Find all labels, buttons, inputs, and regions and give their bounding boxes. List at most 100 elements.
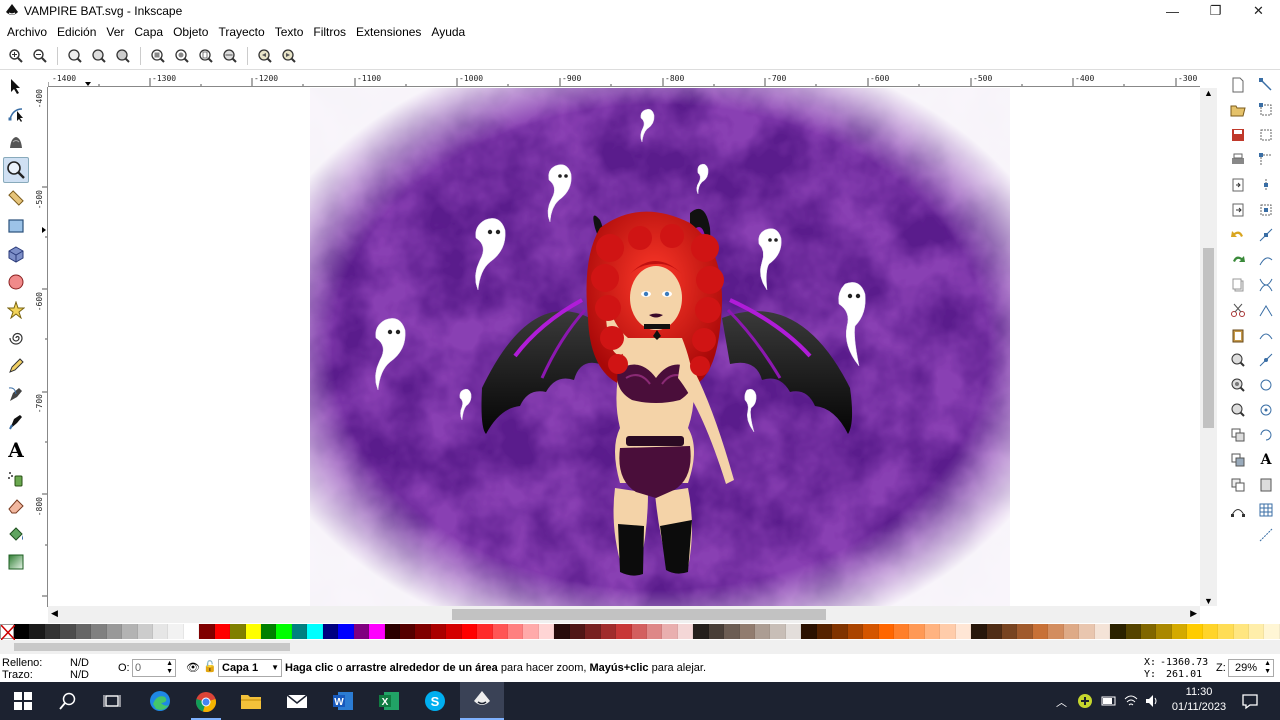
volume-icon[interactable] bbox=[1144, 693, 1160, 709]
zoom-previous-button[interactable] bbox=[254, 45, 276, 67]
save-button[interactable] bbox=[1228, 125, 1248, 145]
zoom-selection-cmd[interactable] bbox=[1228, 350, 1248, 370]
menu-edicion[interactable]: Edición bbox=[52, 25, 101, 39]
color-swatch[interactable] bbox=[461, 624, 478, 639]
color-swatch[interactable] bbox=[1140, 624, 1157, 639]
color-swatch[interactable] bbox=[1218, 624, 1234, 639]
color-swatch[interactable] bbox=[940, 624, 956, 639]
color-swatch[interactable] bbox=[415, 624, 431, 639]
close-button[interactable]: ✕ bbox=[1237, 0, 1280, 22]
export-button[interactable] bbox=[1228, 200, 1248, 220]
color-swatch[interactable] bbox=[261, 624, 277, 639]
snap-cusp[interactable] bbox=[1256, 300, 1276, 320]
excel-app[interactable]: X bbox=[374, 686, 404, 716]
mail-app[interactable] bbox=[282, 686, 312, 716]
notification-icon[interactable] bbox=[1241, 692, 1259, 710]
duplicate-button[interactable] bbox=[1228, 425, 1248, 445]
start-button[interactable] bbox=[8, 686, 38, 716]
color-swatch[interactable] bbox=[183, 624, 200, 639]
color-swatch[interactable] bbox=[291, 624, 308, 639]
scroll-down-icon[interactable]: ▼ bbox=[1204, 596, 1213, 606]
color-swatch[interactable] bbox=[693, 624, 709, 639]
color-swatch[interactable] bbox=[353, 624, 370, 639]
color-swatch[interactable] bbox=[369, 624, 385, 639]
snap-text-baseline[interactable]: A bbox=[1256, 450, 1276, 470]
color-swatch[interactable] bbox=[1125, 624, 1141, 639]
file-explorer-app[interactable] bbox=[236, 686, 266, 716]
color-swatch[interactable] bbox=[585, 624, 601, 639]
palette-scrollbar[interactable] bbox=[0, 640, 1280, 654]
fill-value[interactable]: N/D bbox=[70, 657, 89, 669]
color-swatch[interactable] bbox=[44, 624, 61, 639]
color-swatch[interactable] bbox=[477, 624, 493, 639]
skype-app[interactable]: S bbox=[420, 686, 450, 716]
snap-rotation-center[interactable] bbox=[1256, 425, 1276, 445]
color-swatch[interactable] bbox=[600, 624, 617, 639]
search-button[interactable] bbox=[53, 686, 83, 716]
zoom-selection-button[interactable] bbox=[147, 45, 169, 67]
color-swatch[interactable] bbox=[538, 624, 555, 639]
measure-tool[interactable] bbox=[3, 185, 29, 211]
scroll-right-icon[interactable]: ▶ bbox=[1190, 608, 1197, 619]
vampire-bat-artwork[interactable] bbox=[310, 88, 1010, 606]
menu-ayuda[interactable]: Ayuda bbox=[426, 25, 470, 39]
color-swatch[interactable] bbox=[1032, 624, 1049, 639]
menu-objeto[interactable]: Objeto bbox=[168, 25, 213, 39]
color-swatch[interactable] bbox=[338, 624, 354, 639]
paste-button[interactable] bbox=[1228, 325, 1248, 345]
color-swatch[interactable] bbox=[631, 624, 647, 639]
wifi-icon[interactable] bbox=[1123, 693, 1139, 709]
text-tool[interactable]: A bbox=[3, 437, 29, 463]
color-swatch[interactable] bbox=[399, 624, 416, 639]
color-swatch[interactable] bbox=[492, 624, 508, 639]
restore-button[interactable]: ❐ bbox=[1194, 0, 1237, 22]
selector-tool[interactable] bbox=[3, 73, 29, 99]
color-swatch[interactable] bbox=[91, 624, 107, 639]
color-swatch[interactable] bbox=[1110, 624, 1126, 639]
color-swatch[interactable] bbox=[739, 624, 755, 639]
node-tool[interactable] bbox=[3, 101, 29, 127]
color-swatch[interactable] bbox=[955, 624, 972, 639]
color-swatch[interactable] bbox=[14, 624, 30, 639]
color-swatch[interactable] bbox=[677, 624, 694, 639]
snap-bbox-center[interactable] bbox=[1256, 200, 1276, 220]
snap-guides[interactable] bbox=[1256, 525, 1276, 545]
menu-capa[interactable]: Capa bbox=[129, 25, 168, 39]
color-swatch[interactable] bbox=[801, 624, 817, 639]
color-swatch[interactable] bbox=[1079, 624, 1095, 639]
copy-button[interactable] bbox=[1228, 275, 1248, 295]
eraser-tool[interactable] bbox=[3, 493, 29, 519]
zoom-1-1-button[interactable] bbox=[64, 45, 86, 67]
star-tool[interactable] bbox=[3, 297, 29, 323]
color-swatch[interactable] bbox=[832, 624, 848, 639]
cut-button[interactable] bbox=[1228, 300, 1248, 320]
color-swatch[interactable] bbox=[569, 624, 586, 639]
calligraphy-tool[interactable] bbox=[3, 409, 29, 435]
vertical-scrollbar[interactable]: ▲ ▼ bbox=[1200, 88, 1217, 606]
zoom-1-2-button[interactable] bbox=[88, 45, 110, 67]
snap-nodes[interactable] bbox=[1256, 225, 1276, 245]
zoom-next-button[interactable] bbox=[278, 45, 300, 67]
color-swatch[interactable] bbox=[816, 624, 833, 639]
color-swatch[interactable] bbox=[60, 624, 76, 639]
inkscape-app[interactable] bbox=[460, 682, 504, 720]
snap-bbox[interactable] bbox=[1256, 100, 1276, 120]
color-swatch[interactable] bbox=[152, 624, 169, 639]
color-swatch[interactable] bbox=[307, 624, 323, 639]
stroke-value[interactable]: N/D bbox=[70, 669, 89, 681]
battery-icon[interactable] bbox=[1101, 693, 1117, 709]
color-swatch[interactable] bbox=[430, 624, 447, 639]
color-swatch[interactable] bbox=[523, 624, 539, 639]
color-swatch[interactable] bbox=[29, 624, 45, 639]
color-swatch[interactable] bbox=[214, 624, 231, 639]
snap-page[interactable] bbox=[1256, 475, 1276, 495]
menu-texto[interactable]: Texto bbox=[270, 25, 309, 39]
snap-path[interactable] bbox=[1256, 250, 1276, 270]
color-swatch[interactable] bbox=[770, 624, 786, 639]
zoom-drawing-button[interactable] bbox=[171, 45, 193, 67]
color-swatch[interactable] bbox=[1202, 624, 1219, 639]
snap-smooth[interactable] bbox=[1256, 325, 1276, 345]
color-swatch[interactable] bbox=[909, 624, 925, 639]
color-swatch[interactable] bbox=[168, 624, 184, 639]
tweak-tool[interactable] bbox=[3, 129, 29, 155]
